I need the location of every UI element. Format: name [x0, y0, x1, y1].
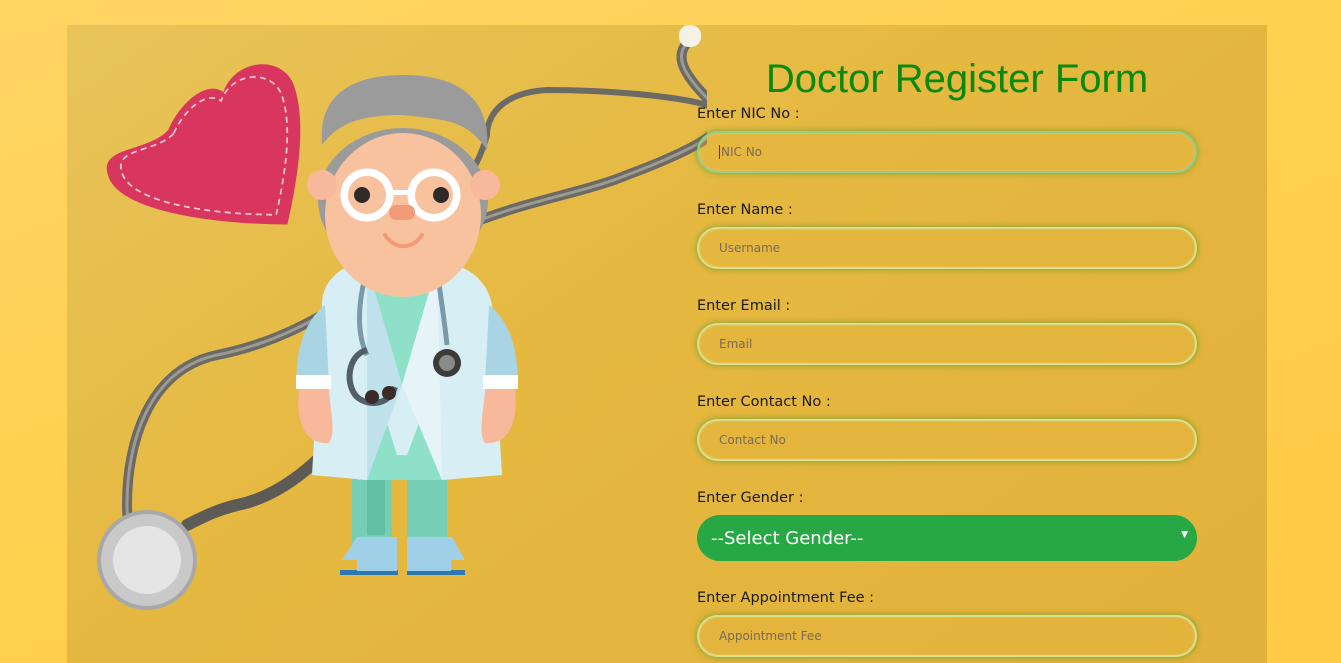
email-input[interactable]: Email: [697, 323, 1197, 365]
fee-input[interactable]: Appointment Fee: [697, 615, 1197, 657]
fee-placeholder: Appointment Fee: [719, 629, 822, 643]
gender-selected-value: --Select Gender--: [711, 527, 864, 549]
email-label: Enter Email :: [697, 298, 791, 314]
fee-label: Enter Appointment Fee :: [697, 590, 875, 606]
name-placeholder: Username: [719, 241, 781, 255]
gender-label: Enter Gender :: [697, 490, 804, 506]
contact-label: Enter Contact No :: [697, 394, 831, 410]
text-cursor: [719, 145, 720, 159]
email-placeholder: Email: [719, 337, 753, 351]
nic-input[interactable]: NIC No: [697, 131, 1197, 173]
doctor-illustration: [97, 25, 707, 610]
nic-placeholder: NIC No: [721, 145, 763, 159]
register-form: Doctor Register Form Enter NIC No : NIC …: [697, 55, 1217, 663]
name-label: Enter Name :: [697, 202, 793, 218]
contact-placeholder: Contact No: [719, 433, 786, 447]
heart-icon: [106, 64, 301, 225]
gender-select[interactable]: --Select Gender-- ▼: [697, 515, 1197, 561]
nic-label: Enter NIC No :: [697, 106, 800, 122]
contact-input[interactable]: Contact No: [697, 419, 1197, 461]
form-panel: Doctor Register Form Enter NIC No : NIC …: [67, 25, 1267, 663]
name-input[interactable]: Username: [697, 227, 1197, 269]
page-title: Doctor Register Form: [765, 57, 1149, 101]
dropdown-arrow-icon: ▼: [1181, 530, 1188, 540]
